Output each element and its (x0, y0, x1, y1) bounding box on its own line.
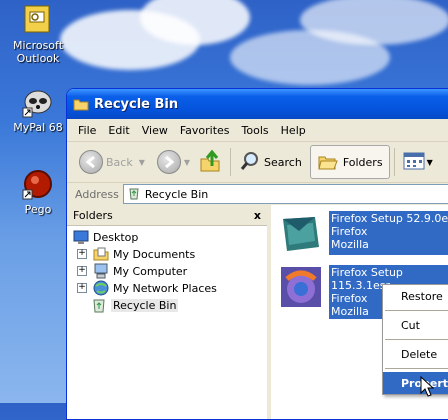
pego-icon (22, 168, 54, 200)
menu-separator (385, 339, 448, 340)
toolbar-separator (230, 148, 232, 176)
context-menu: Restore Cut Delete Properties (382, 284, 448, 395)
menu-view[interactable]: View (136, 124, 174, 137)
computer-icon (93, 263, 109, 279)
file-name-line: Firefox Setup 52.9.0esr (331, 212, 448, 225)
menu-tools[interactable]: Tools (236, 124, 275, 137)
folders-pane-title: Folders (73, 208, 113, 222)
desktop-icon-mypal[interactable]: MyPal 68 (5, 86, 71, 134)
expand-icon[interactable]: + (77, 283, 87, 293)
search-icon (239, 150, 261, 175)
back-label: Back (106, 155, 133, 169)
folders-icon (317, 151, 339, 174)
address-value: Recycle Bin (144, 187, 209, 201)
menu-bar: File Edit View Favorites Tools Help (67, 119, 448, 142)
raccoon-icon (22, 86, 54, 118)
tree-item-label: My Computer (113, 264, 188, 278)
tree-item-desktop[interactable]: Desktop (73, 229, 138, 245)
tree-item-my-computer[interactable]: + My Computer (77, 263, 187, 279)
toolbar: Back ▼ ▼ Search Folders ▼ (67, 142, 448, 183)
desktop-icon-pego[interactable]: Pego (5, 168, 71, 216)
search-label: Search (264, 155, 302, 169)
window-title: Recycle Bin (94, 96, 179, 112)
tree-item-label: My Network Places (113, 281, 217, 295)
folder-icon (73, 97, 89, 111)
tree-item-label: Desktop (93, 230, 139, 244)
search-button[interactable]: Search (235, 147, 306, 177)
mouse-cursor-icon (420, 375, 435, 401)
folders-label: Folders (342, 155, 383, 169)
address-input[interactable]: Recycle Bin (122, 184, 448, 204)
chevron-down-icon[interactable]: ▼ (139, 158, 145, 167)
tree-item-recycle-bin[interactable]: Recycle Bin (91, 297, 179, 313)
views-icon (403, 152, 425, 173)
expand-icon[interactable]: + (77, 249, 87, 259)
desktop-icon-label: MyPal 68 (13, 121, 63, 134)
close-icon[interactable]: x (254, 209, 261, 222)
outlook-icon (22, 4, 54, 36)
tree-item-label: My Documents (113, 247, 196, 261)
firefox-installer-icon (279, 265, 323, 309)
folders-pane-header: Folders x (67, 205, 267, 226)
menu-favorites[interactable]: Favorites (174, 124, 236, 137)
chevron-down-icon[interactable]: ▼ (427, 158, 433, 167)
views-button[interactable]: ▼ (399, 147, 437, 177)
list-item[interactable]: Firefox Setup 52.9.0esr Firefox Mozilla (279, 211, 448, 255)
recycle-bin-icon (91, 297, 107, 313)
menu-file[interactable]: File (72, 124, 102, 137)
back-button[interactable]: Back ▼ (75, 147, 149, 177)
firefox-installer-icon (279, 211, 323, 255)
network-icon (93, 280, 109, 296)
expand-icon[interactable]: + (77, 266, 87, 276)
folders-pane: Folders x Desktop + My Documents + My Co… (67, 205, 271, 419)
recycle-bin-icon (127, 186, 141, 203)
tree-item-my-documents[interactable]: + My Documents (77, 246, 195, 262)
forward-arrow-icon (156, 150, 181, 174)
address-bar: Address Recycle Bin (67, 183, 448, 206)
menu-separator (385, 310, 448, 311)
tree-item-label: Recycle Bin (111, 298, 179, 312)
menu-help[interactable]: Help (275, 124, 312, 137)
desktop-icon-label: Microsoft (12, 39, 64, 52)
file-app-line: Firefox (331, 225, 368, 238)
desktop-icon-label: Outlook (16, 52, 60, 65)
desktop-icon-label: Pego (24, 203, 52, 216)
file-company-line: Mozilla (331, 238, 369, 251)
context-properties[interactable]: Properties (383, 372, 448, 394)
window-titlebar[interactable]: Recycle Bin (67, 89, 448, 119)
context-restore[interactable]: Restore (383, 285, 448, 307)
folders-button[interactable]: Folders (309, 145, 390, 179)
desktop-icon (73, 229, 89, 245)
toolbar-separator (393, 148, 395, 176)
menu-separator (385, 368, 448, 369)
file-name: Firefox Setup 52.9.0esr Firefox Mozilla (329, 211, 448, 255)
documents-folder-icon (93, 246, 109, 262)
chevron-down-icon[interactable]: ▼ (184, 158, 190, 167)
menu-edit[interactable]: Edit (102, 124, 135, 137)
up-folder-button[interactable] (194, 147, 226, 177)
context-delete[interactable]: Delete (383, 343, 448, 365)
context-cut[interactable]: Cut (383, 314, 448, 336)
address-label: Address (75, 187, 119, 201)
tree-item-my-network-places[interactable]: + My Network Places (77, 280, 217, 296)
forward-button[interactable]: ▼ (153, 147, 194, 177)
desktop-icon-outlook[interactable]: Microsoft Outlook (5, 4, 71, 65)
back-arrow-icon (79, 150, 103, 174)
up-folder-icon (198, 149, 222, 176)
